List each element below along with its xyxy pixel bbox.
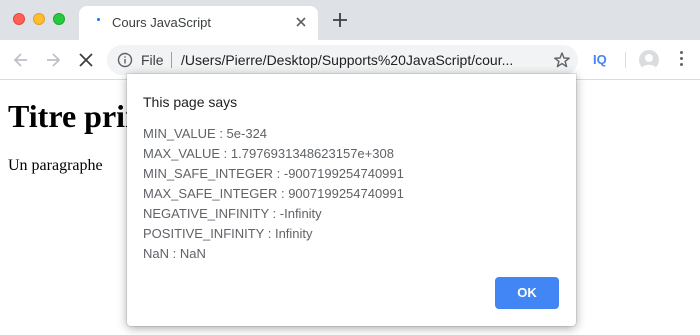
arrow-right-icon [47, 53, 61, 67]
info-icon[interactable] [117, 52, 133, 68]
ok-button[interactable]: OK [495, 277, 559, 309]
more-menu-icon[interactable] [676, 51, 686, 69]
url-scheme-label: File [141, 52, 164, 68]
address-separator [171, 52, 172, 68]
loading-spinner-icon [97, 18, 100, 21]
minimize-window-button[interactable] [33, 13, 45, 25]
dialog-message: MIN_VALUE : 5e-324 MAX_VALUE : 1.7976931… [143, 124, 404, 264]
new-tab-button[interactable] [330, 10, 350, 30]
star-icon[interactable] [553, 51, 571, 69]
back-button[interactable] [11, 50, 31, 70]
alert-dialog: This page says MIN_VALUE : 5e-324 MAX_VA… [127, 74, 576, 326]
dialog-line: MAX_VALUE : 1.7976931348623157e+308 [143, 146, 394, 161]
stop-loading-button[interactable] [76, 50, 96, 70]
user-icon [641, 54, 657, 70]
dialog-line: NaN : NaN [143, 246, 206, 261]
dialog-line: MAX_SAFE_INTEGER : 9007199254740991 [143, 186, 404, 201]
dialog-line: MIN_SAFE_INTEGER : -9007199254740991 [143, 166, 404, 181]
address-bar[interactable]: File /Users/Pierre/Desktop/Supports%20Ja… [107, 45, 578, 75]
url-text[interactable]: /Users/Pierre/Desktop/Supports%20JavaScr… [181, 52, 541, 68]
extension-button[interactable]: IQ [593, 52, 607, 67]
browser-tab[interactable]: Cours JavaScript [79, 6, 318, 40]
dialog-line: MIN_VALUE : 5e-324 [143, 126, 268, 141]
close-window-button[interactable] [13, 13, 25, 25]
dialog-line: POSITIVE_INFINITY : Infinity [143, 226, 313, 241]
arrow-left-icon [13, 53, 27, 67]
toolbar-separator [625, 52, 626, 68]
close-icon[interactable] [293, 14, 309, 30]
dialog-line: NEGATIVE_INFINITY : -Infinity [143, 206, 322, 221]
dialog-title: This page says [143, 94, 238, 110]
close-icon [79, 53, 93, 67]
tab-strip: Cours JavaScript [0, 0, 700, 40]
avatar[interactable] [639, 50, 659, 70]
plus-icon [333, 13, 347, 27]
tab-title: Cours JavaScript [112, 15, 211, 30]
maximize-window-button[interactable] [53, 13, 65, 25]
forward-button[interactable] [43, 50, 63, 70]
page-paragraph: Un paragraphe [8, 157, 103, 174]
